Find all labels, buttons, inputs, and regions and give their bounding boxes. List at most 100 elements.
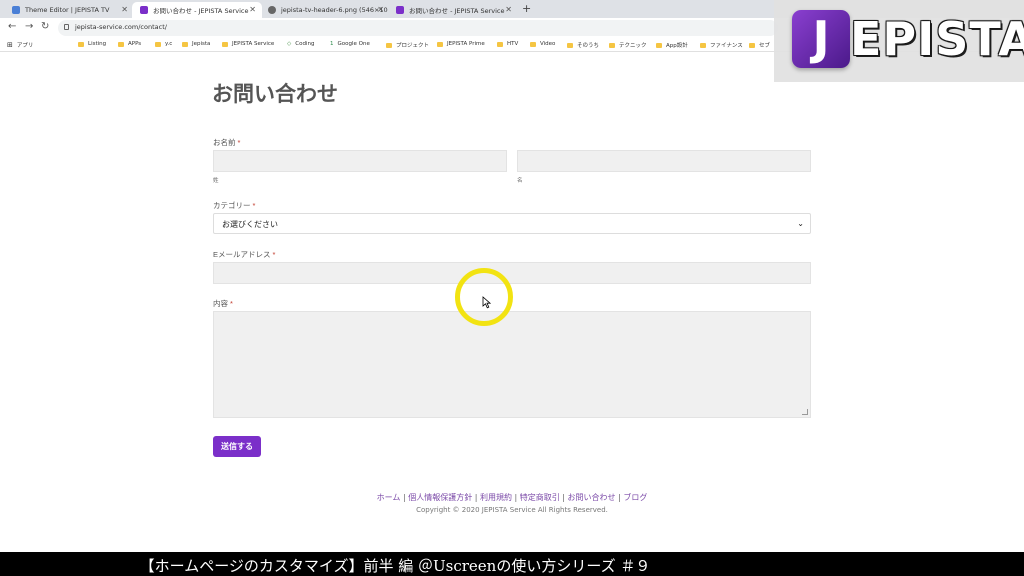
video-caption-text: 【ホームページのカスタマイズ】前半 編 ＠Uscreenの使い方シリーズ ＃９ — [139, 557, 651, 575]
copyright: Copyright © 2020 JEPISTA Service All Rig… — [416, 506, 608, 514]
bookmark-label: JEPISTA Service — [232, 41, 275, 47]
resize-handle-icon[interactable] — [802, 409, 808, 415]
bookmark-label: テクニック — [619, 43, 647, 49]
chevron-down-icon: ⌄ — [797, 219, 804, 228]
tab-favicon — [140, 6, 148, 14]
content-label: 内容 * — [213, 298, 233, 309]
close-icon[interactable]: ✕ — [121, 5, 128, 14]
bookmark-label: セブ — [759, 43, 771, 49]
bookmark-label: アプリ — [16, 43, 34, 49]
content-textarea[interactable] — [213, 311, 811, 418]
required-mark: * — [252, 201, 256, 210]
content-label-text: 内容 — [213, 299, 228, 308]
new-tab-button[interactable]: + — [522, 2, 531, 15]
bookmark-apps[interactable]: ⊞ アプリ — [7, 41, 33, 49]
code-icon: ◇ — [287, 41, 292, 47]
category-selected-value: お選びください — [222, 220, 278, 229]
bookmark-label: Video — [540, 41, 556, 47]
folder-icon — [567, 42, 573, 48]
last-name-sublabel: 姓 — [213, 178, 219, 184]
bookmark-item[interactable]: セブ — [749, 41, 770, 49]
bookmark-label: そのうち — [577, 43, 600, 49]
url-input[interactable]: jepista-service.com/contact/ — [58, 20, 778, 36]
email-label-text: Eメールアドレス — [213, 250, 271, 259]
bookmark-label: y.c — [165, 41, 173, 47]
bookmark-item[interactable]: JEPISTA Prime — [437, 41, 485, 47]
bookmark-item[interactable]: ◇ Coding — [287, 41, 314, 47]
footer-link-blog[interactable]: ブログ — [623, 493, 647, 502]
bookmark-item[interactable]: HTV — [497, 41, 518, 47]
forward-icon[interactable]: → — [25, 21, 33, 32]
bookmark-label: HTV — [507, 41, 519, 47]
folder-icon — [222, 41, 228, 47]
name-label-text: お名前 — [213, 138, 236, 147]
footer-link-terms[interactable]: 利用規約 — [480, 493, 512, 502]
folder-icon — [386, 42, 392, 48]
last-name-field[interactable] — [213, 150, 507, 172]
folder-icon — [155, 41, 161, 47]
reload-icon[interactable]: ↻ — [41, 21, 49, 32]
footer-links: ホーム | 個人情報保護方針 | 利用規約 | 特定商取引 | お問い合わせ |… — [376, 493, 648, 502]
close-icon[interactable]: ✕ — [505, 5, 512, 14]
folder-icon — [749, 42, 755, 48]
tab-header-image[interactable]: jepista-tv-header-6.png (546×10 ✕ — [260, 2, 390, 18]
apps-grid-icon: ⊞ — [7, 41, 13, 49]
required-mark: * — [230, 299, 233, 308]
tab-favicon — [12, 6, 20, 14]
bookmark-label: Google One — [337, 41, 370, 47]
name-label: お名前 * — [213, 137, 240, 148]
folder-icon — [656, 42, 662, 48]
bookmark-item[interactable]: テクニック — [609, 41, 647, 49]
tab-theme-editor[interactable]: Theme Editor | JEPISTA TV ✕ — [4, 2, 134, 18]
url-text: jepista-service.com/contact/ — [75, 23, 167, 31]
bookmark-item[interactable]: y.c — [155, 41, 172, 47]
footer-link-privacy[interactable]: 個人情報保護方針 — [408, 493, 472, 502]
bookmark-item[interactable]: APPs — [118, 41, 141, 47]
folder-icon — [530, 41, 536, 47]
first-name-sublabel: 名 — [517, 178, 523, 184]
close-icon[interactable]: ✕ — [249, 5, 256, 14]
google-one-icon: 1 — [330, 41, 334, 47]
folder-icon — [182, 41, 188, 47]
bookmark-item[interactable]: 1 Google One — [330, 41, 370, 47]
bookmark-item[interactable]: Jepista — [182, 41, 210, 47]
tab-label: お問い合わせ - JEPISTA Service — [153, 7, 249, 15]
jepista-logo-icon: J — [792, 10, 850, 68]
footer-link-contact[interactable]: お問い合わせ — [568, 493, 616, 502]
logo-letter: J — [812, 11, 830, 65]
tab-label: Theme Editor | JEPISTA TV — [25, 6, 110, 14]
tab-favicon — [396, 6, 404, 14]
folder-icon — [497, 41, 503, 47]
close-icon[interactable]: ✕ — [377, 5, 384, 14]
bookmark-item[interactable]: App設計 — [656, 41, 688, 49]
submit-button[interactable]: 送信する — [213, 436, 261, 457]
bookmark-label: ファイナンス — [710, 43, 743, 49]
bookmark-item[interactable]: Video — [530, 41, 555, 47]
bookmark-item[interactable]: プロジェクト — [386, 41, 429, 49]
jepista-logo-text: EPISTA — [850, 12, 1024, 66]
folder-icon — [437, 41, 443, 47]
bookmark-label: App設計 — [666, 43, 688, 49]
bookmark-item[interactable]: ファイナンス — [700, 41, 743, 49]
back-icon[interactable]: ← — [8, 21, 16, 32]
category-select[interactable]: お選びください ⌄ — [213, 213, 811, 234]
email-label: Eメールアドレス * — [213, 249, 275, 260]
lock-icon — [64, 24, 69, 30]
email-field[interactable] — [213, 262, 811, 284]
bookmark-item[interactable]: そのうち — [567, 41, 599, 49]
category-label: カテゴリー * — [213, 200, 255, 211]
footer-link-commerce[interactable]: 特定商取引 — [520, 493, 560, 502]
tab-contact[interactable]: お問い合わせ - JEPISTA Service ✕ — [388, 2, 518, 18]
bookmark-label: Coding — [295, 41, 315, 47]
screen: Theme Editor | JEPISTA TV ✕ お問い合わせ - JEP… — [0, 0, 1024, 576]
tab-contact-active[interactable]: お問い合わせ - JEPISTA Service ✕ — [132, 2, 262, 18]
required-mark: * — [272, 250, 276, 259]
folder-icon — [700, 42, 706, 48]
bookmark-item[interactable]: Listing — [78, 41, 106, 47]
footer-link-home[interactable]: ホーム — [377, 493, 401, 502]
first-name-field[interactable] — [517, 150, 811, 172]
tab-label: jepista-tv-header-6.png (546×10 — [281, 6, 388, 14]
folder-icon — [609, 42, 615, 48]
bookmark-item[interactable]: JEPISTA Service — [222, 41, 274, 47]
tab-label: お問い合わせ - JEPISTA Service — [409, 7, 505, 15]
